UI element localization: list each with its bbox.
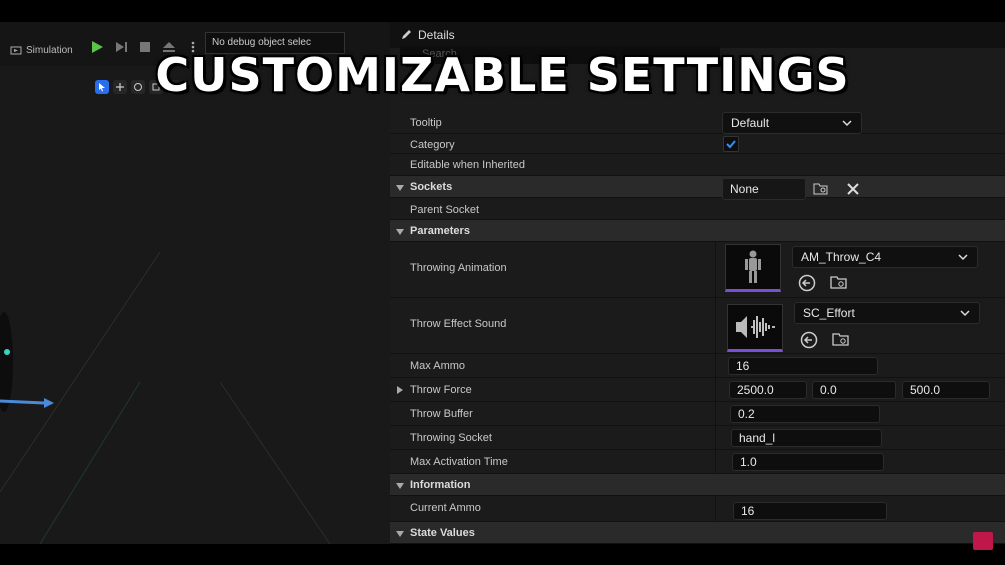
current-ammo-field[interactable]: 16 [733,502,887,520]
row-tooltip: Tooltip Default [390,112,1005,134]
pencil-icon [402,30,411,39]
row-parent-socket: Parent Socket None [390,178,1005,220]
clear-socket-icon[interactable] [844,180,862,198]
max-ammo-field[interactable]: 16 [728,357,878,375]
sound-wave-icon [736,316,775,338]
column-divider [715,298,716,353]
information-section-label: Information [410,479,471,491]
throwing-animation-value: AM_Throw_C4 [801,250,882,264]
column-divider [715,402,716,425]
browse-asset-icon[interactable] [830,274,848,292]
section-state-values[interactable]: State Values [390,522,1005,544]
column-divider [715,354,716,377]
browse-asset-icon[interactable] [832,331,850,349]
collapse-triangle-icon [396,531,404,537]
category-label: Category [410,139,455,151]
row-current-ammo: Current Ammo 16 [390,496,1005,522]
throw-force-x-field[interactable]: 2500.0 [729,381,807,399]
chevron-down-icon [960,310,970,317]
state-values-section-label: State Values [410,527,475,539]
max-ammo-label: Max Ammo [410,360,466,372]
column-divider [715,426,716,449]
category-dropdown[interactable]: Default [722,112,862,134]
sound-thumbnail[interactable] [727,304,783,352]
throw-force-label: Throw Force [410,384,472,396]
parameters-section-label: Parameters [410,225,470,237]
row-throw-buffer: Throw Buffer 0.2 [390,402,1005,426]
column-divider [715,378,716,401]
row-max-activation-time: Max Activation Time 1.0 [390,450,1005,474]
row-throw-effect-sound: Throw Effect Sound SC_Effort [390,298,1005,354]
animation-thumbnail[interactable] [725,244,781,292]
row-throwing-socket: Throwing Socket hand_l [390,426,1005,450]
throw-force-z-field[interactable]: 500.0 [902,381,990,399]
expand-triangle-icon[interactable] [397,386,403,394]
parent-socket-label: Parent Socket [410,204,480,216]
throw-effect-sound-value: SC_Effort [803,306,855,320]
section-information[interactable]: Information [390,474,1005,496]
throw-buffer-field[interactable]: 0.2 [730,405,880,423]
column-divider [715,242,716,297]
row-category: Category [390,134,1005,154]
row-throw-force: Throw Force 2500.0 0.0 500.0 [390,378,1005,402]
use-selected-asset-icon[interactable] [798,274,816,292]
editable-when-inherited-label: Editable when Inherited [410,159,525,171]
tooltip-label: Tooltip [410,117,442,129]
browse-socket-icon[interactable] [812,180,830,198]
section-sockets[interactable]: Sockets [390,176,1005,198]
overlay-headline: CUSTOMIZABLE SETTINGS [155,48,850,102]
character-figure-icon [745,250,761,283]
parent-socket-field[interactable]: None [722,178,806,200]
collapse-triangle-icon [396,483,404,489]
chevron-down-icon [842,120,852,127]
collapse-triangle-icon [396,185,404,191]
category-dropdown-value: Default [731,116,770,130]
throw-effect-sound-label: Throw Effect Sound [410,318,507,330]
column-divider [715,496,716,521]
details-header: Details [390,22,1005,48]
throwing-socket-field[interactable]: hand_l [731,429,882,447]
section-parameters[interactable]: Parameters [390,220,1005,242]
details-title: Details [418,28,455,42]
throwing-animation-label: Throwing Animation [410,262,507,274]
row-max-ammo: Max Ammo 16 [390,354,1005,378]
throwing-animation-dropdown[interactable]: AM_Throw_C4 [792,246,978,268]
checkmark-icon [726,140,736,149]
row-editable-when-inherited: Editable when Inherited [390,154,1005,176]
chevron-down-icon [958,254,968,261]
row-throwing-animation: Throwing Animation AM_Throw_C4 [390,242,1005,298]
category-checkbox[interactable] [723,136,739,152]
throwing-socket-label: Throwing Socket [410,432,492,444]
use-selected-asset-icon[interactable] [800,331,818,349]
max-activation-time-field[interactable]: 1.0 [732,453,884,471]
current-ammo-label: Current Ammo [410,502,481,514]
collapse-triangle-icon [396,229,404,235]
throw-force-y-field[interactable]: 0.0 [812,381,896,399]
max-activation-time-label: Max Activation Time [410,456,508,468]
channel-badge-icon [973,532,993,550]
column-divider [715,450,716,473]
sockets-section-label: Sockets [410,181,453,193]
throw-buffer-label: Throw Buffer [410,408,473,420]
throw-effect-sound-dropdown[interactable]: SC_Effort [794,302,980,324]
